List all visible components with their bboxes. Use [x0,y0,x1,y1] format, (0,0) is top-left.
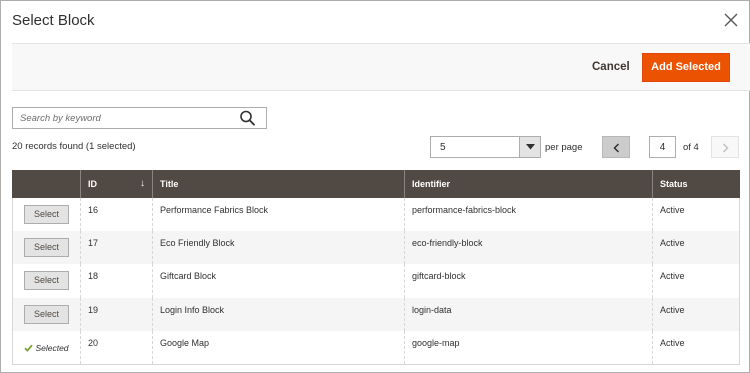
table-row: Select 17 Eco Friendly Block eco-friendl… [12,230,740,265]
id-cell: 19 [80,297,153,332]
previous-page-button[interactable] [602,136,630,158]
close-icon [724,13,738,27]
close-button[interactable] [721,10,741,30]
chevron-down-icon [526,144,535,150]
check-icon [24,344,34,352]
table-row: Select 19 Login Info Block login-data Ac… [12,297,740,332]
sort-descending-icon: ↓ [140,178,145,189]
title-cell: Login Info Block [152,297,405,332]
column-header-id[interactable]: ID ↓ [80,170,153,198]
column-header-status[interactable]: Status [652,170,740,198]
cancel-button[interactable]: Cancel [592,58,630,76]
selected-label: Selected [35,342,69,353]
per-page-dropdown-toggle[interactable] [519,137,540,157]
table-row: Select 18 Giftcard Block giftcard-block … [12,264,740,298]
column-header-actions [12,170,81,198]
modal: Select Block Cancel Add Selected 20 reco… [0,0,750,373]
current-page-input[interactable] [649,136,676,158]
search-input[interactable] [13,108,233,128]
title-cell: Giftcard Block [152,264,405,298]
identifier-cell: performance-fabrics-block [404,197,653,231]
next-page-button[interactable] [711,136,739,158]
select-button[interactable]: Select [24,304,69,324]
status-cell: Active [652,297,740,332]
title-cell: Eco Friendly Block [152,230,405,265]
search-button[interactable] [239,110,257,126]
title-cell: Google Map [152,331,405,365]
row-action-cell: Select [12,297,81,332]
row-action-cell: Select [12,230,81,265]
status-cell: Active [652,331,740,365]
total-pages-label: of 4 [683,142,699,153]
id-cell: 17 [80,230,153,265]
modal-action-bar: Cancel Add Selected [12,43,750,91]
column-header-title[interactable]: Title [152,170,405,198]
select-button[interactable]: Select [24,204,69,224]
per-page-value: 5 [440,142,446,153]
column-header-identifier[interactable]: Identifier [404,170,653,198]
modal-title: Select Block [12,12,95,29]
identifier-cell: giftcard-block [404,264,653,298]
identifier-cell: eco-friendly-block [404,230,653,265]
chevron-right-icon [722,143,729,153]
status-cell: Active [652,197,740,231]
row-action-cell: Select [12,197,81,231]
grid-header-row: ID ↓ Title Identifier Status [12,170,740,198]
per-page-label: per page [545,142,583,153]
table-row: Select 16 Performance Fabrics Block perf… [12,197,740,231]
select-button[interactable]: Select [24,238,69,258]
id-cell: 18 [80,264,153,298]
table-row: Selected 20 Google Map google-map Active [12,331,740,365]
search-icon [240,110,255,126]
identifier-cell: login-data [404,297,653,332]
identifier-cell: google-map [404,331,653,365]
row-action-cell: Selected [12,331,81,365]
add-selected-button[interactable]: Add Selected [642,53,730,82]
search-box [12,107,267,129]
status-cell: Active [652,230,740,265]
per-page-select[interactable]: 5 [430,136,541,158]
records-found-summary: 20 records found (1 selected) [12,141,136,152]
column-header-id-label: ID [88,179,97,190]
chevron-left-icon [613,143,620,153]
title-cell: Performance Fabrics Block [152,197,405,231]
selected-indicator: Selected [24,342,69,353]
row-action-cell: Select [12,264,81,298]
select-button[interactable]: Select [24,271,69,291]
id-cell: 16 [80,197,153,231]
id-cell: 20 [80,331,153,365]
status-cell: Active [652,264,740,298]
blocks-grid: ID ↓ Title Identifier Status Select 16 P… [12,170,740,365]
